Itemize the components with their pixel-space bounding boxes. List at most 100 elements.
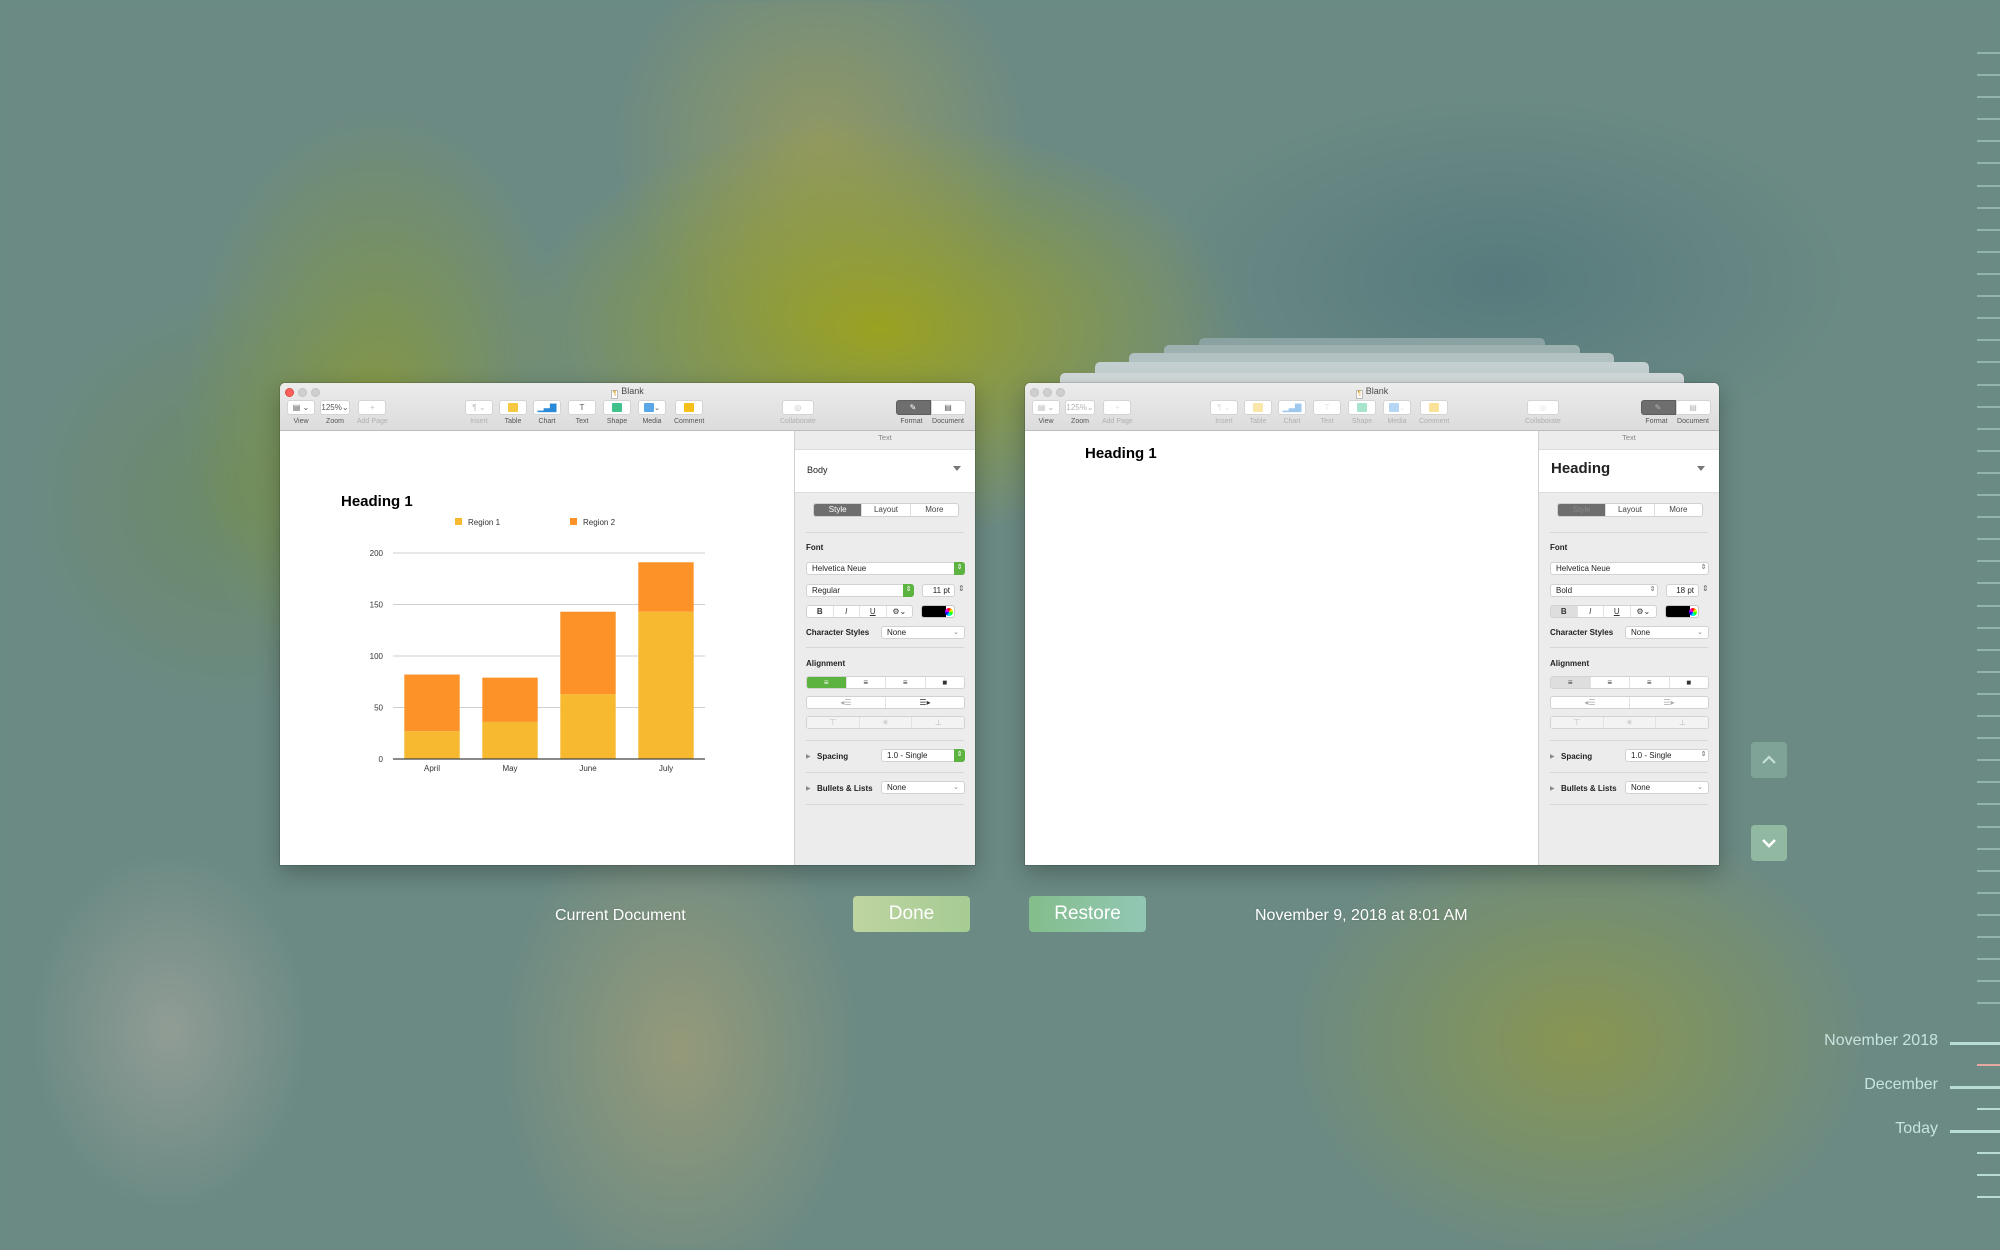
italic-button[interactable]: I [834, 606, 860, 617]
align-right-icon[interactable]: ≡ [886, 677, 926, 688]
timeline-tick[interactable] [1977, 693, 2000, 695]
timeline-tick[interactable] [1977, 826, 2000, 828]
timeline-tick[interactable] [1977, 892, 2000, 894]
timeline-tick[interactable] [1977, 140, 2000, 142]
paragraph-style-selector[interactable]: Body [795, 449, 975, 493]
font-family-select[interactable]: Helvetica Neue ⇕ [806, 562, 965, 575]
tab-layout[interactable]: Layout [862, 504, 911, 516]
timeline-tick[interactable] [1977, 715, 2000, 717]
timeline-tick[interactable] [1977, 649, 2000, 651]
timeline-today-marker[interactable] [1950, 1130, 2000, 1133]
timeline-tick[interactable] [1977, 494, 2000, 496]
version-document-window[interactable]: ¶ Blank ▤ ⌄ View 125% ⌄ Zoom + Add Page ¶ … [1025, 383, 1719, 865]
previous-version-button[interactable] [1751, 742, 1787, 778]
timeline-tick[interactable] [1977, 560, 2000, 562]
spacing-label[interactable]: Spacing [817, 752, 848, 761]
timeline-tick[interactable] [1977, 1174, 2000, 1176]
heading-text[interactable]: Heading 1 [1085, 445, 1157, 462]
timeline-tick[interactable] [1977, 582, 2000, 584]
timeline-tick[interactable] [1977, 737, 2000, 739]
timeline-tick[interactable] [1977, 803, 2000, 805]
bullets-lists-label[interactable]: Bullets & Lists [817, 784, 873, 793]
format-button[interactable]: ✎ [895, 400, 931, 415]
timeline-tick[interactable] [1977, 406, 2000, 408]
timeline-tick[interactable] [1977, 162, 2000, 164]
tab-more[interactable]: More [911, 504, 958, 516]
timeline-tick[interactable] [1977, 605, 2000, 607]
timeline-tick[interactable] [1977, 207, 2000, 209]
typeface-select[interactable]: Regular ⇕ [806, 584, 914, 597]
spacing-select[interactable]: 1.0 - Single ⇕ [881, 749, 965, 762]
add-page-button[interactable]: + Add Page [357, 400, 388, 425]
timeline-tick[interactable] [1977, 848, 2000, 850]
table-button[interactable]: Table [499, 400, 527, 425]
timeline-tick[interactable] [1977, 251, 2000, 253]
version-timeline[interactable]: November 2018 December Today [1800, 0, 2000, 1250]
decrease-indent-icon[interactable]: ◂☰ [807, 697, 886, 708]
timeline-tick[interactable] [1977, 1196, 2000, 1198]
timeline-tick[interactable] [1977, 317, 2000, 319]
stacked-bar-chart[interactable]: 0 50 100 150 200 April May June July Region 1 Regi… [280, 431, 794, 865]
align-top-icon[interactable]: ⊤ [807, 717, 860, 728]
next-version-button[interactable] [1751, 825, 1787, 861]
bullets-lists-select[interactable]: None ⌄ [881, 781, 965, 794]
align-justify-icon[interactable]: ■ [926, 677, 965, 688]
document-button[interactable]: ▤ [930, 400, 966, 415]
align-left-icon[interactable]: ≡ [807, 677, 847, 688]
timeline-month-marker[interactable] [1950, 1042, 2000, 1045]
text-color-well[interactable] [921, 605, 955, 618]
character-styles-select[interactable]: None ⌄ [881, 626, 965, 639]
done-button[interactable]: Done [853, 896, 970, 932]
timeline-tick[interactable] [1977, 273, 2000, 275]
document-canvas[interactable]: Heading 1 0 50 100 150 200 April May June July Re… [280, 431, 794, 865]
timeline-tick[interactable] [1977, 428, 2000, 430]
text-button[interactable]: T Text [568, 400, 596, 425]
timeline-tick[interactable] [1977, 936, 2000, 938]
font-size-field[interactable]: 11 pt [922, 584, 955, 597]
text-options-gear-icon[interactable]: ⚙⌄ [887, 606, 913, 617]
timeline-tick[interactable] [1977, 1002, 2000, 1004]
timeline-label-december[interactable]: December [1864, 1076, 1938, 1094]
restore-button[interactable]: Restore [1029, 896, 1146, 932]
timeline-tick[interactable] [1977, 516, 2000, 518]
underline-button[interactable]: U [860, 606, 887, 617]
timeline-tick[interactable] [1977, 361, 2000, 363]
collaborate-button[interactable]: ◎ Collaborate [780, 400, 816, 425]
timeline-tick[interactable] [1977, 118, 2000, 120]
timeline-tick[interactable] [1977, 384, 2000, 386]
current-document-window[interactable]: ¶ Blank ▤ ⌄ View 125% ⌄ Zoom + Add Page ¶ … [280, 383, 975, 865]
disclosure-triangle-icon[interactable]: ▶ [806, 785, 811, 792]
timeline-month-marker[interactable] [1950, 1086, 2000, 1089]
timeline-tick[interactable] [1977, 339, 2000, 341]
disclosure-triangle-icon[interactable]: ▶ [806, 753, 811, 760]
timeline-tick[interactable] [1977, 450, 2000, 452]
timeline-tick[interactable] [1977, 74, 2000, 76]
timeline-tick[interactable] [1977, 229, 2000, 231]
timeline-tick[interactable] [1977, 870, 2000, 872]
align-bottom-icon[interactable]: ⊥ [912, 717, 964, 728]
view-button[interactable]: ▤ ⌄ View [287, 400, 315, 425]
color-wheel-icon[interactable] [945, 608, 953, 616]
insert-button[interactable]: ¶ ⌄ Insert [465, 400, 493, 425]
timeline-tick[interactable] [1977, 958, 2000, 960]
timeline-tick[interactable] [1977, 538, 2000, 540]
chart-button[interactable]: ▁▃▇ Chart [533, 400, 561, 425]
timeline-tick[interactable] [1977, 96, 2000, 98]
timeline-tick[interactable] [1977, 759, 2000, 761]
font-size-stepper[interactable]: ⇕ [958, 584, 965, 593]
media-button[interactable]: ⌄ Media [638, 400, 666, 425]
comment-button[interactable]: Comment [674, 400, 704, 425]
align-middle-icon[interactable]: ✳ [859, 717, 913, 728]
tab-style[interactable]: Style [814, 504, 863, 516]
timeline-tick[interactable] [1977, 914, 2000, 916]
shape-button[interactable]: Shape [603, 400, 631, 425]
timeline-tick[interactable] [1977, 295, 2000, 297]
timeline-tick[interactable] [1977, 980, 2000, 982]
timeline-tick[interactable] [1977, 671, 2000, 673]
timeline-tick[interactable] [1977, 1152, 2000, 1154]
align-center-icon[interactable]: ≡ [847, 677, 886, 688]
timeline-current-version-marker[interactable] [1977, 1064, 2000, 1066]
timeline-tick[interactable] [1977, 185, 2000, 187]
timeline-tick[interactable] [1977, 627, 2000, 629]
zoom-menu[interactable]: 125% ⌄ Zoom [320, 400, 350, 425]
